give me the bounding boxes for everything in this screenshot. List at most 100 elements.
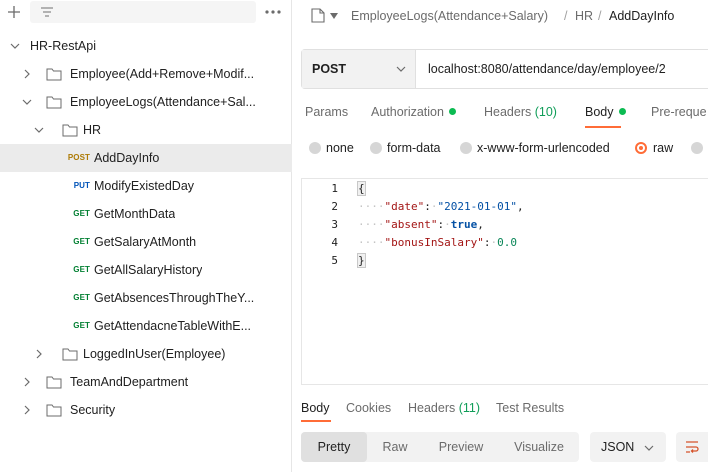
language-select[interactable]: JSON (590, 432, 666, 462)
json-value: 0.0 (497, 236, 517, 249)
request-item[interactable]: PUT ModifyExistedDay (0, 172, 292, 200)
method-badge: POST (67, 153, 90, 162)
brace: } (357, 253, 366, 268)
request-item[interactable]: GET GetMonthData (0, 200, 292, 228)
punct: , (516, 200, 524, 213)
line-number: 4 (331, 236, 338, 249)
folder-icon (62, 124, 78, 137)
punct: , (477, 218, 484, 231)
request-item[interactable]: POST AddDayInfo (0, 144, 292, 172)
status-dot (618, 108, 626, 116)
folder-label: HR (83, 123, 102, 137)
whitespace: · (430, 200, 438, 213)
folder-team-and-department[interactable]: TeamAndDepartment (0, 368, 292, 396)
folder-icon (46, 68, 62, 81)
request-label: AddDayInfo (94, 151, 160, 165)
chevron-right-icon[interactable] (21, 404, 33, 416)
filter-input[interactable] (30, 1, 256, 23)
json-value: "2021-01-01" (437, 200, 517, 213)
method-select[interactable]: POST (302, 50, 416, 88)
collection-icon (311, 8, 325, 23)
chevron-right-icon[interactable] (21, 68, 33, 80)
folder-icon (46, 96, 62, 109)
chevron-right-icon[interactable] (33, 348, 45, 360)
request-label: GetMonthData (94, 207, 176, 221)
folder-logged-in-user[interactable]: LoggedInUser(Employee) (0, 340, 292, 368)
json-key: "absent" (384, 218, 438, 231)
method-value: POST (312, 62, 347, 76)
whitespace: ···· (358, 236, 385, 249)
wrap-lines-icon (686, 441, 699, 453)
tab-label: Headers (408, 401, 456, 415)
radio-form-data[interactable] (370, 142, 382, 154)
status-dot (448, 108, 456, 116)
chevron-right-icon[interactable] (21, 376, 33, 388)
request-item[interactable]: GET GetAbsencesThroughTheY... (0, 284, 292, 312)
tab-count: (10) (534, 105, 557, 119)
breadcrumb-folder[interactable]: HR (575, 9, 593, 23)
plus-icon[interactable] (4, 2, 24, 22)
chevron-down-icon[interactable] (9, 40, 21, 52)
view-pretty-button[interactable]: Pretty (301, 432, 367, 462)
request-item[interactable]: GET GetAttendacneTableWithE... (0, 312, 292, 340)
wrap-lines-button[interactable] (676, 432, 708, 462)
breadcrumb-separator: / (598, 9, 602, 23)
tab-label: Params (305, 105, 349, 119)
tab-pre-request[interactable]: Pre-reque (651, 105, 707, 119)
radio-none[interactable] (309, 142, 321, 154)
tab-headers[interactable]: Headers (10) (484, 105, 557, 119)
folder-employee-logs[interactable]: EmployeeLogs(Attendance+Sal... (0, 88, 292, 116)
folder-icon (62, 348, 78, 361)
url-input[interactable]: localhost:8080/attendance/day/employee/2 (428, 62, 666, 76)
json-key: "bonusInSalary" (384, 236, 484, 249)
code-line: { (357, 181, 366, 196)
tab-response-body[interactable]: Body (301, 401, 330, 415)
breadcrumb-collection[interactable]: EmployeeLogs(Attendance+Salary) (351, 9, 548, 23)
folder-hr[interactable]: HR (0, 116, 292, 144)
tab-authorization[interactable]: Authorization (371, 105, 456, 119)
more-options-icon[interactable] (262, 4, 284, 20)
collection-hr-restapi[interactable]: HR-RestApi (0, 32, 292, 60)
view-visualize-button[interactable]: Visualize (499, 432, 579, 462)
request-bar: POST localhost:8080/attendance/day/emplo… (301, 49, 708, 89)
view-raw-button[interactable]: Raw (367, 432, 423, 462)
tab-cookies[interactable]: Cookies (346, 401, 391, 415)
request-item[interactable]: GET GetSalaryAtMonth (0, 228, 292, 256)
method-badge: GET (73, 237, 90, 246)
tab-label: Body (585, 105, 614, 119)
caret-down-icon[interactable] (330, 13, 338, 19)
filter-icon (41, 7, 53, 17)
radio-binary[interactable] (691, 142, 703, 154)
view-preview-button[interactable]: Preview (423, 432, 499, 462)
breadcrumb: EmployeeLogs(Attendance+Salary) / HR / A… (293, 0, 708, 34)
chevron-down-icon[interactable] (21, 96, 33, 108)
tab-params[interactable]: Params (305, 105, 348, 119)
line-number: 2 (331, 200, 338, 213)
method-badge: GET (73, 321, 90, 330)
sidebar-toolbar (0, 0, 292, 28)
folder-security[interactable]: Security (0, 396, 292, 424)
folder-employee[interactable]: Employee(Add+Remove+Modif... (0, 60, 292, 88)
tab-label: Headers (484, 105, 532, 119)
request-tabs: Params Authorization Headers (10) Body P… (293, 100, 708, 130)
request-label: GetAbsencesThroughTheY... (94, 291, 255, 305)
radio-urlencoded[interactable] (460, 142, 472, 154)
request-label: GetSalaryAtMonth (94, 235, 197, 249)
tab-body[interactable]: Body (585, 105, 626, 119)
whitespace: ···· (358, 218, 385, 231)
json-key: "date" (384, 200, 425, 213)
folder-label: Security (70, 403, 116, 417)
folder-label: LoggedInUser(Employee) (83, 347, 226, 361)
chevron-down-icon[interactable] (33, 124, 45, 136)
breadcrumb-separator: / (564, 9, 568, 23)
radio-label: x-www-form-urlencoded (477, 141, 610, 155)
punct: : (424, 200, 431, 213)
request-item[interactable]: GET GetAllSalaryHistory (0, 256, 292, 284)
radio-raw[interactable] (635, 142, 647, 154)
radio-label: raw (653, 141, 674, 155)
view-mode-toggle: Pretty Raw Preview Visualize (301, 432, 579, 462)
code-editor[interactable]: 1 2 3 4 5 { ····"date":·"2021-01-01", ··… (301, 178, 708, 385)
line-number: 5 (331, 254, 338, 267)
tab-test-results[interactable]: Test Results (496, 401, 564, 415)
tab-response-headers[interactable]: Headers (11) (408, 401, 480, 415)
